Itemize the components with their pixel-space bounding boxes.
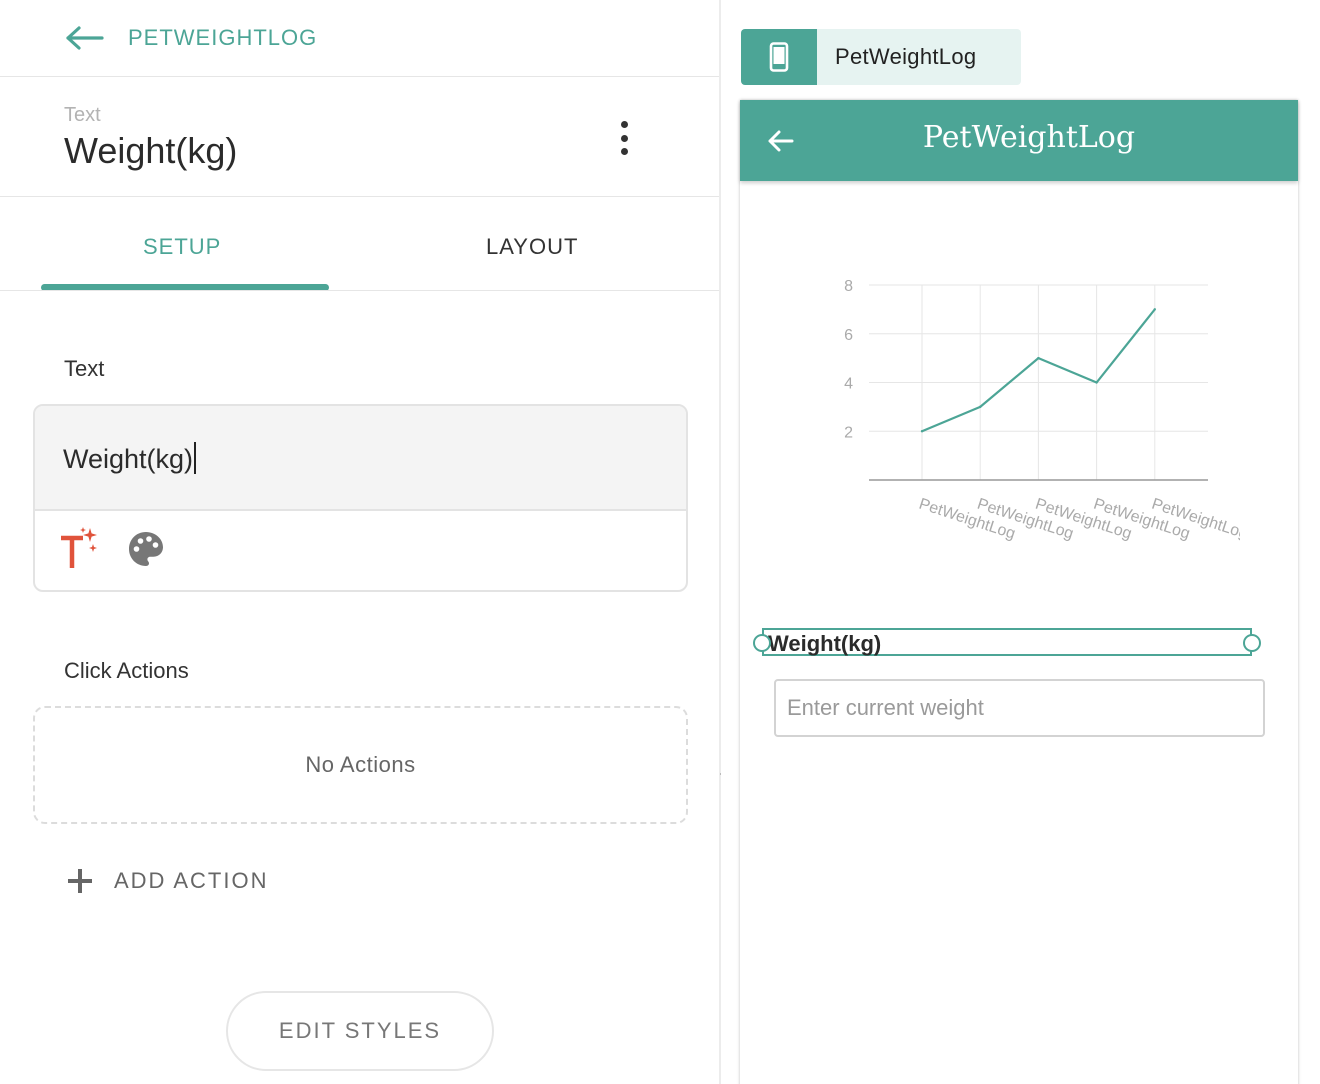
selected-text-element[interactable]: Weight(kg) bbox=[753, 628, 1261, 656]
arrow-left-icon bbox=[66, 26, 104, 50]
add-action-label: ADD ACTION bbox=[114, 868, 269, 893]
device-label: PetWeightLog bbox=[817, 29, 1021, 85]
plus-icon bbox=[68, 869, 92, 893]
app-bar-title: PetWeightLog bbox=[922, 120, 1136, 155]
data-point bbox=[920, 430, 924, 433]
text-editor: Weight(kg) bbox=[33, 404, 688, 592]
click-actions-label: Click Actions bbox=[64, 658, 189, 683]
text-section-label: Text bbox=[64, 356, 105, 381]
magic-text-icon[interactable] bbox=[57, 526, 99, 572]
phone-icon bbox=[769, 42, 789, 72]
back-nav[interactable]: PETWEIGHTLOG bbox=[66, 20, 317, 56]
text-input-value: Weight(kg) bbox=[63, 444, 194, 474]
divider bbox=[0, 196, 720, 197]
app-bar: PetWeightLog bbox=[740, 100, 1298, 181]
component-type: Text bbox=[64, 104, 101, 126]
resize-handle-right[interactable] bbox=[1243, 634, 1261, 652]
weight-line-chart: 2468PetWeightLogPetWeightLogPetWeightLog… bbox=[844, 278, 1240, 543]
selected-text-label: Weight(kg) bbox=[768, 631, 882, 656]
text-input[interactable]: Weight(kg) bbox=[35, 406, 686, 511]
back-nav-label: PETWEIGHTLOG bbox=[128, 25, 318, 50]
divider bbox=[0, 76, 720, 77]
text-caret bbox=[194, 442, 197, 474]
weight-input[interactable] bbox=[774, 679, 1265, 737]
divider bbox=[0, 290, 720, 291]
properties-panel: PETWEIGHTLOG Text Weight(kg) SETUP LAYOU… bbox=[0, 0, 720, 1084]
resize-handle-left[interactable] bbox=[753, 634, 771, 652]
y-tick-label: 2 bbox=[844, 424, 853, 441]
y-tick-label: 8 bbox=[844, 278, 853, 295]
palette-icon[interactable] bbox=[127, 530, 165, 568]
tab-setup[interactable]: SETUP bbox=[143, 234, 221, 260]
y-tick-label: 6 bbox=[844, 327, 853, 344]
preview-panel: PetWeightLog PetWeightLog 2 4 6 8 PetWeightL… bbox=[721, 0, 1320, 1084]
data-point bbox=[1037, 356, 1040, 360]
actions-dropzone: No Actions bbox=[33, 706, 688, 824]
y-tick-label: 4 bbox=[844, 376, 853, 393]
data-point bbox=[1095, 381, 1098, 384]
component-name: Weight(kg) bbox=[64, 130, 238, 171]
data-point bbox=[979, 405, 982, 409]
device-selector[interactable]: PetWeightLog bbox=[741, 29, 1021, 85]
more-vertical-icon[interactable] bbox=[610, 118, 638, 158]
data-point bbox=[1153, 308, 1156, 311]
phone-screen: PetWeightLog 2 4 6 8 PetWeightLog PetWeightLo… bbox=[740, 100, 1298, 1084]
tab-layout[interactable]: LAYOUT bbox=[486, 234, 578, 260]
edit-styles-button[interactable]: EDIT STYLES bbox=[226, 991, 494, 1071]
no-actions-text: No Actions bbox=[305, 752, 416, 777]
add-action-button[interactable]: ADD ACTION bbox=[68, 862, 268, 900]
